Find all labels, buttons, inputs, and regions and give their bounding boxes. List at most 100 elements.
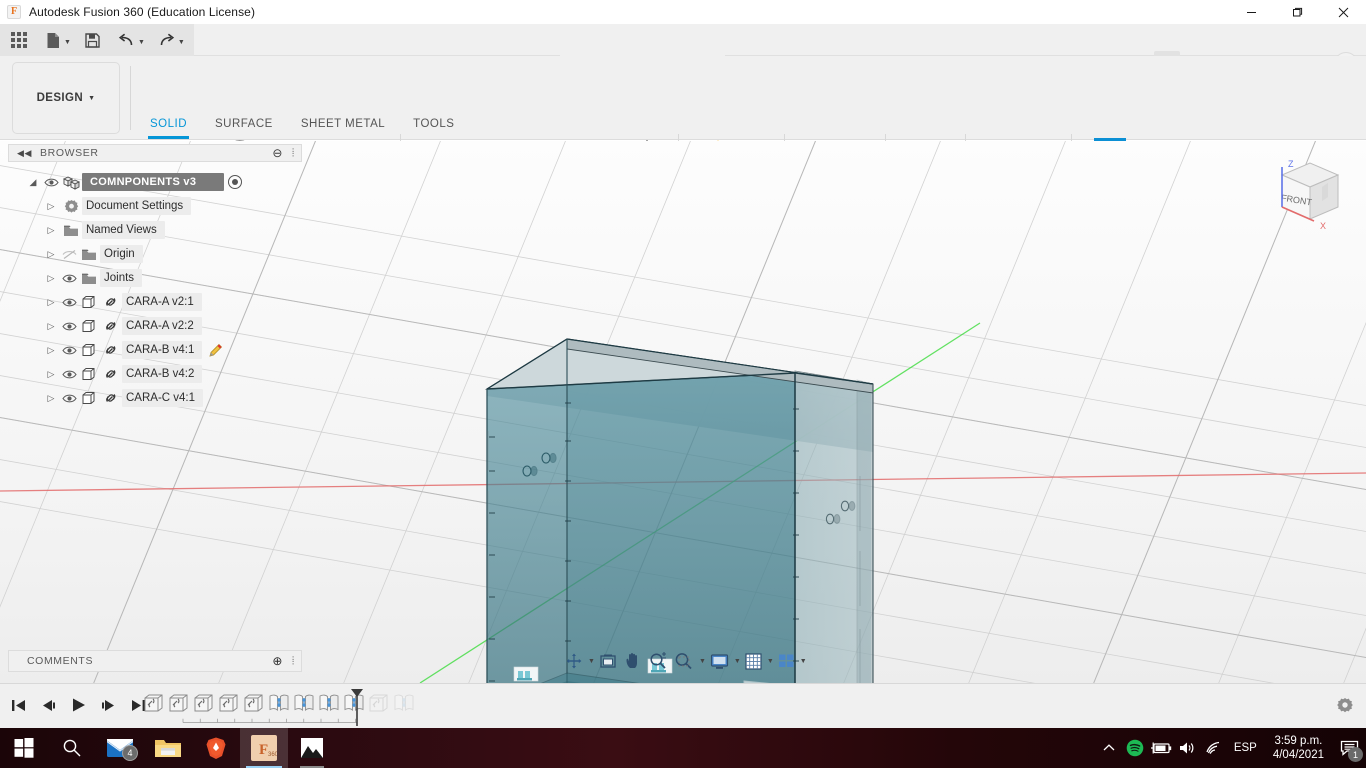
- go-to-beginning-icon[interactable]: [8, 694, 28, 716]
- visibility-eye-icon[interactable]: [60, 393, 78, 404]
- tab-sheet-metal[interactable]: SHEET METAL: [287, 114, 399, 134]
- view-cube[interactable]: FRONT Z X: [1262, 153, 1354, 239]
- edit-pencil-icon[interactable]: [208, 343, 223, 358]
- tree-item-document-settings[interactable]: ▷ Document Settings: [8, 194, 302, 218]
- tree-item-cara-b-1[interactable]: ▷ CARA-B v4:1: [8, 338, 302, 362]
- spotify-icon[interactable]: [1122, 728, 1148, 768]
- svg-text:F: F: [259, 742, 268, 758]
- orbit-caret-icon[interactable]: ▼: [588, 658, 595, 665]
- volume-icon[interactable]: [1174, 728, 1200, 768]
- tree-item-cara-a-1[interactable]: ▷ CARA-A v2:1: [8, 290, 302, 314]
- expand-arrow-icon[interactable]: ▷: [42, 321, 60, 332]
- timeline-feature-rigid-group[interactable]: [192, 690, 216, 716]
- tree-item-label: COMNPONENTS v3: [82, 173, 225, 191]
- input-language[interactable]: ESP: [1226, 742, 1265, 754]
- tab-surface[interactable]: SURFACE: [201, 114, 287, 134]
- browser-grip-icon[interactable]: ⦙: [292, 147, 295, 160]
- show-data-panel-button[interactable]: [6, 27, 32, 53]
- expand-arrow-icon[interactable]: ▷: [42, 345, 60, 356]
- zoom-icon[interactable]: [646, 651, 670, 671]
- expand-arrow-icon[interactable]: ▷: [42, 369, 60, 380]
- visibility-eye-icon[interactable]: [60, 273, 78, 284]
- undo-button[interactable]: [114, 27, 140, 53]
- expand-arrow-icon[interactable]: ▷: [42, 393, 60, 404]
- browser-tree: ◢ COMNPONENTS v3 ▷ Document Settings ▷ N…: [8, 170, 302, 410]
- tree-item-cara-a-2[interactable]: ▷ CARA-A v2:2: [8, 314, 302, 338]
- expand-arrow-icon[interactable]: ▷: [42, 273, 60, 284]
- timeline-settings-gear-icon[interactable]: [1336, 697, 1354, 715]
- tray-overflow-icon[interactable]: [1096, 728, 1122, 768]
- tab-solid[interactable]: SOLID: [136, 114, 201, 139]
- minimize-button[interactable]: [1228, 0, 1274, 24]
- visibility-eye-icon[interactable]: [60, 369, 78, 380]
- expand-arrow-icon[interactable]: ▷: [42, 297, 60, 308]
- brave-browser[interactable]: [192, 728, 240, 768]
- viewport-layout-caret-icon[interactable]: ▼: [800, 658, 807, 665]
- timeline-feature-rigid-group[interactable]: [142, 690, 166, 716]
- tree-item-root[interactable]: ◢ COMNPONENTS v3: [8, 170, 302, 194]
- tab-tools[interactable]: TOOLS: [399, 114, 468, 134]
- timeline-feature-joint[interactable]: [267, 690, 291, 716]
- display-settings-caret-icon[interactable]: ▼: [734, 658, 741, 665]
- start-button[interactable]: [0, 728, 48, 768]
- browser-collapse-icon[interactable]: ◀◀: [17, 148, 32, 159]
- pan-icon[interactable]: [621, 651, 645, 671]
- timeline-feature-joint-disabled[interactable]: [392, 690, 416, 716]
- comments-grip-icon[interactable]: ⦙: [292, 655, 295, 668]
- visibility-eye-off-icon[interactable]: [60, 249, 78, 260]
- expand-arrow-icon[interactable]: ◢: [24, 177, 42, 188]
- timeline-feature-rigid-group[interactable]: [167, 690, 191, 716]
- display-settings-icon[interactable]: [707, 651, 732, 671]
- viewport-layout-icon[interactable]: [775, 651, 798, 671]
- play-icon[interactable]: [68, 694, 88, 716]
- expand-arrow-icon[interactable]: ▷: [42, 201, 60, 212]
- timeline-feature-rigid-group-disabled[interactable]: [367, 690, 391, 716]
- timeline-feature-joint[interactable]: [317, 690, 341, 716]
- tree-item-cara-c-1[interactable]: ▷ CARA-C v4:1: [8, 386, 302, 410]
- grid-snaps-icon[interactable]: [742, 651, 765, 671]
- notification-center-icon[interactable]: 1: [1332, 728, 1366, 768]
- zoom-window-icon[interactable]: [671, 651, 697, 671]
- activate-component-radio[interactable]: [228, 175, 243, 189]
- timeline-feature-joint[interactable]: [292, 690, 316, 716]
- redo-button[interactable]: [154, 27, 180, 53]
- expand-arrow-icon[interactable]: ▷: [42, 249, 60, 260]
- step-forward-icon[interactable]: [98, 694, 118, 716]
- photos-app[interactable]: [288, 728, 336, 768]
- maximize-button[interactable]: [1274, 0, 1320, 24]
- file-explorer[interactable]: [144, 728, 192, 768]
- add-comment-icon[interactable]: ⊕: [272, 654, 283, 668]
- search-button[interactable]: [48, 728, 96, 768]
- tree-item-named-views[interactable]: ▷ Named Views: [8, 218, 302, 242]
- visibility-eye-icon[interactable]: [60, 297, 78, 308]
- look-at-icon[interactable]: [596, 651, 620, 671]
- browser-minimize-icon[interactable]: ⊖: [272, 146, 283, 160]
- visibility-eye-icon[interactable]: [60, 345, 78, 356]
- close-button[interactable]: [1320, 0, 1366, 24]
- workspace-switcher[interactable]: DESIGN ▼: [12, 62, 120, 134]
- mail-app[interactable]: 4: [96, 728, 144, 768]
- expand-arrow-icon[interactable]: ▷: [42, 225, 60, 236]
- timeline-feature-rigid-group[interactable]: [242, 690, 266, 716]
- save-button[interactable]: [80, 27, 106, 53]
- timeline-feature-rigid-group[interactable]: [217, 690, 241, 716]
- timeline-marker[interactable]: [350, 688, 364, 728]
- tree-item-cara-b-2[interactable]: ▷ CARA-B v4:2: [8, 362, 302, 386]
- visibility-eye-icon[interactable]: [42, 177, 60, 188]
- fusion-360[interactable]: F 360: [240, 728, 288, 768]
- tree-item-origin[interactable]: ▷ Origin: [8, 242, 302, 266]
- tab-tools-label: TOOLS: [413, 118, 455, 130]
- comments-panel[interactable]: COMMENTS ⊕ ⦙: [8, 650, 302, 672]
- clock[interactable]: 3:59 p.m. 4/04/2021: [1265, 734, 1332, 762]
- step-back-icon[interactable]: [38, 694, 58, 716]
- grid-snaps-caret-icon[interactable]: ▼: [767, 658, 774, 665]
- tree-item-joints[interactable]: ▷ Joints: [8, 266, 302, 290]
- file-menu-button[interactable]: [40, 27, 66, 53]
- orbit-icon[interactable]: [562, 651, 586, 671]
- battery-charging-icon[interactable]: [1148, 728, 1174, 768]
- wifi-icon[interactable]: [1200, 728, 1226, 768]
- title-bar: F Autodesk Fusion 360 (Education License…: [0, 0, 1366, 24]
- visibility-eye-icon[interactable]: [60, 321, 78, 332]
- system-tray: ESP 3:59 p.m. 4/04/2021 1: [1096, 728, 1366, 768]
- zoom-window-caret-icon[interactable]: ▼: [699, 658, 706, 665]
